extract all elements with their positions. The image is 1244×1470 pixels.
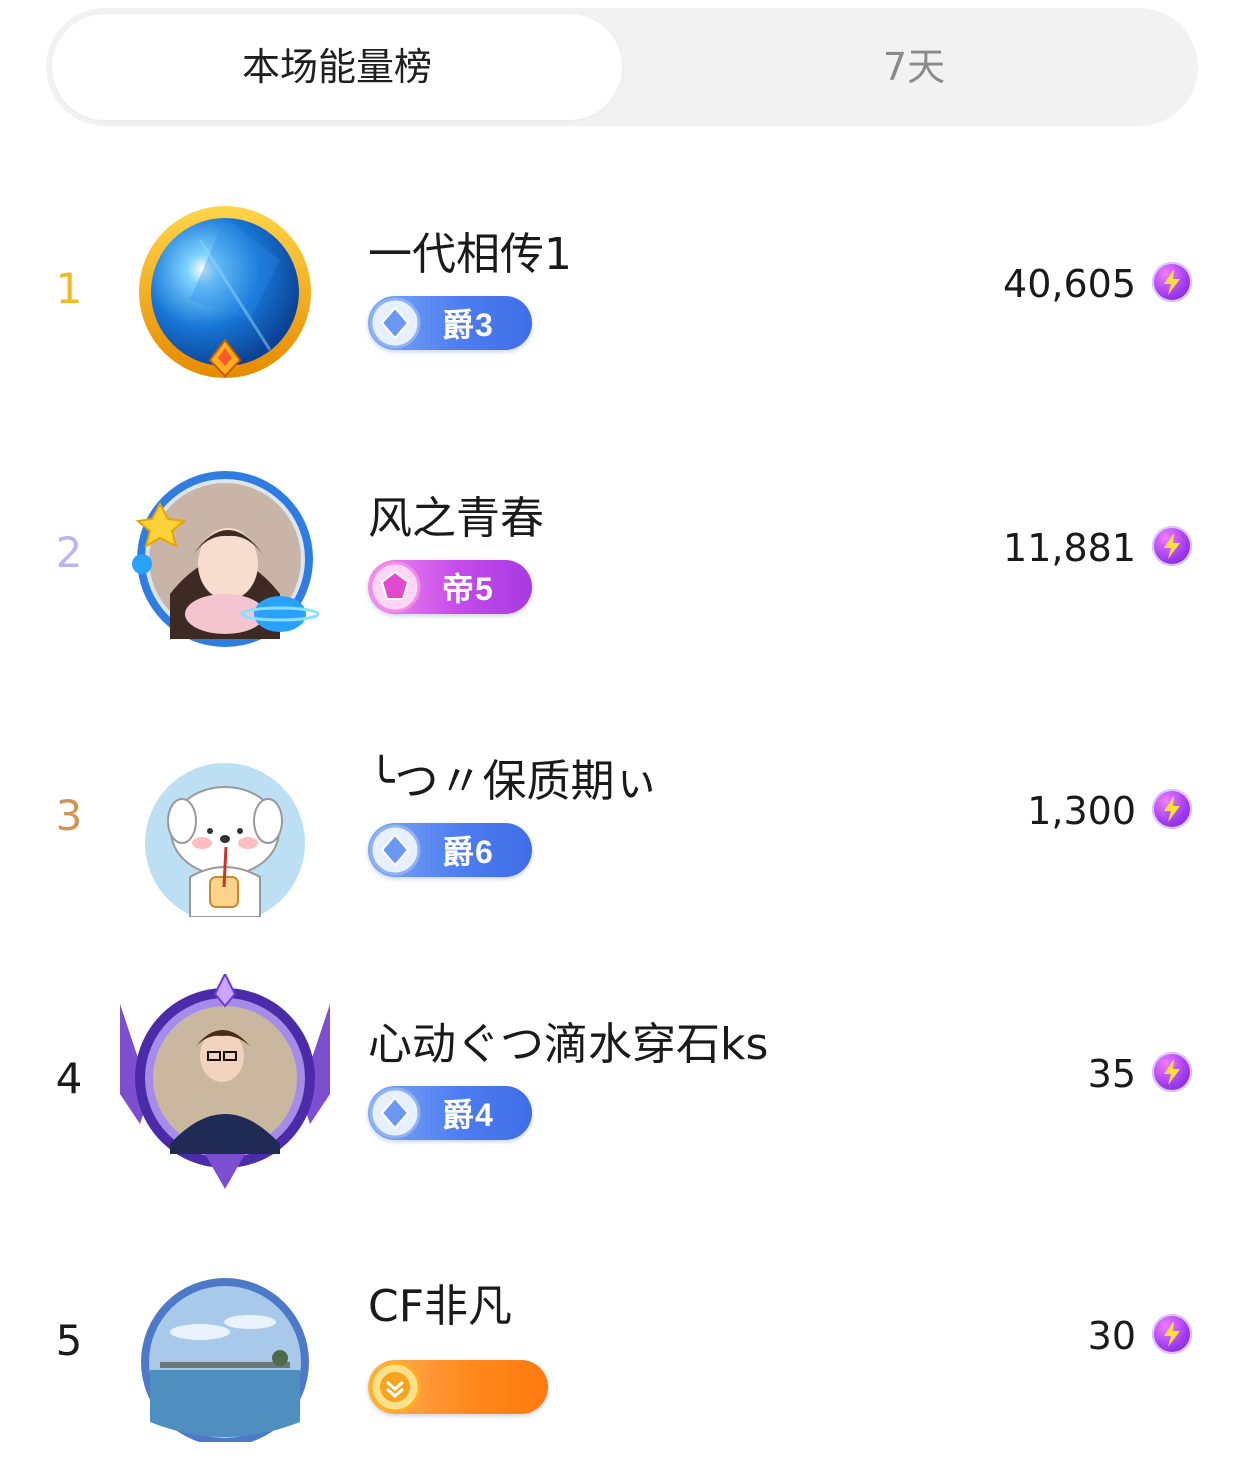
energy-bolt-icon [1152, 262, 1192, 302]
chevron-rank-icon [368, 1360, 422, 1414]
boy-photo-avatar-icon [120, 971, 330, 1189]
level-badge [368, 1360, 548, 1414]
avatar[interactable] [130, 464, 320, 654]
rank-number: 2 [55, 528, 83, 577]
level-badge: 爵6 [368, 823, 532, 877]
user-name: 一代相传1 [368, 229, 572, 280]
energy-bolt-icon [1152, 1314, 1192, 1354]
badge-label: 帝5 [442, 571, 494, 607]
user-name: 风之青春 [368, 493, 544, 544]
rank-number: 5 [55, 1316, 83, 1365]
level-badge: 帝5 [368, 560, 532, 614]
white-dog-avatar-icon [145, 763, 305, 923]
energy-score: 11,881 [1003, 526, 1136, 570]
rank-number: 4 [55, 1054, 83, 1103]
avatar[interactable] [130, 200, 320, 390]
energy-bolt-icon [1152, 789, 1192, 829]
di-level-icon [368, 560, 422, 614]
energy-score: 40,605 [1003, 262, 1136, 306]
user-name: ╰つ〃保质期ぃ [368, 756, 659, 807]
leaderboard-row[interactable]: 2 风之青春 帝5 11,881 [0, 442, 1244, 682]
rank-number: 3 [55, 791, 83, 840]
leaderboard-row[interactable]: 3 ╰つ〃保质期ぃ 爵6 1,300 [0, 705, 1244, 945]
energy-bolt-icon [1152, 526, 1192, 566]
energy-score: 1,300 [1027, 789, 1136, 833]
jue-level-icon [368, 296, 422, 350]
leaderboard-row[interactable]: 5 CF非凡 30 [0, 1230, 1244, 1470]
sea-photo-avatar-icon [141, 1278, 309, 1446]
level-badge: 爵4 [368, 1086, 532, 1140]
tab-session-energy-rank[interactable]: 本场能量榜 [52, 14, 622, 120]
avatar[interactable] [110, 971, 340, 1194]
badge-label: 爵6 [442, 834, 494, 870]
avatar[interactable] [130, 727, 320, 923]
energy-score: 30 [1087, 1314, 1136, 1358]
leaderboard-row[interactable]: 4 心动ぐつ滴水穿石ks 爵4 35 [0, 968, 1244, 1208]
user-name: CF非凡 [368, 1281, 513, 1332]
leaderboard-row[interactable]: 1 一代相传1 爵3 40,605 [0, 178, 1244, 418]
blue-light-avatar-icon [139, 206, 311, 378]
badge-label: 爵3 [442, 307, 494, 343]
rank-number: 1 [55, 264, 83, 313]
badge-label: 爵4 [442, 1097, 494, 1133]
tab-bar: 本场能量榜 7天 [46, 8, 1198, 126]
jue-level-icon [368, 1086, 422, 1140]
girl-photo-avatar-icon [132, 471, 320, 647]
energy-score: 35 [1087, 1052, 1136, 1096]
avatar[interactable] [130, 1252, 320, 1446]
energy-bolt-icon [1152, 1052, 1192, 1092]
level-badge: 爵3 [368, 296, 532, 350]
user-name: 心动ぐつ滴水穿石ks [368, 1019, 769, 1070]
tab-7-days[interactable]: 7天 [636, 14, 1192, 120]
jue-level-icon [368, 823, 422, 877]
